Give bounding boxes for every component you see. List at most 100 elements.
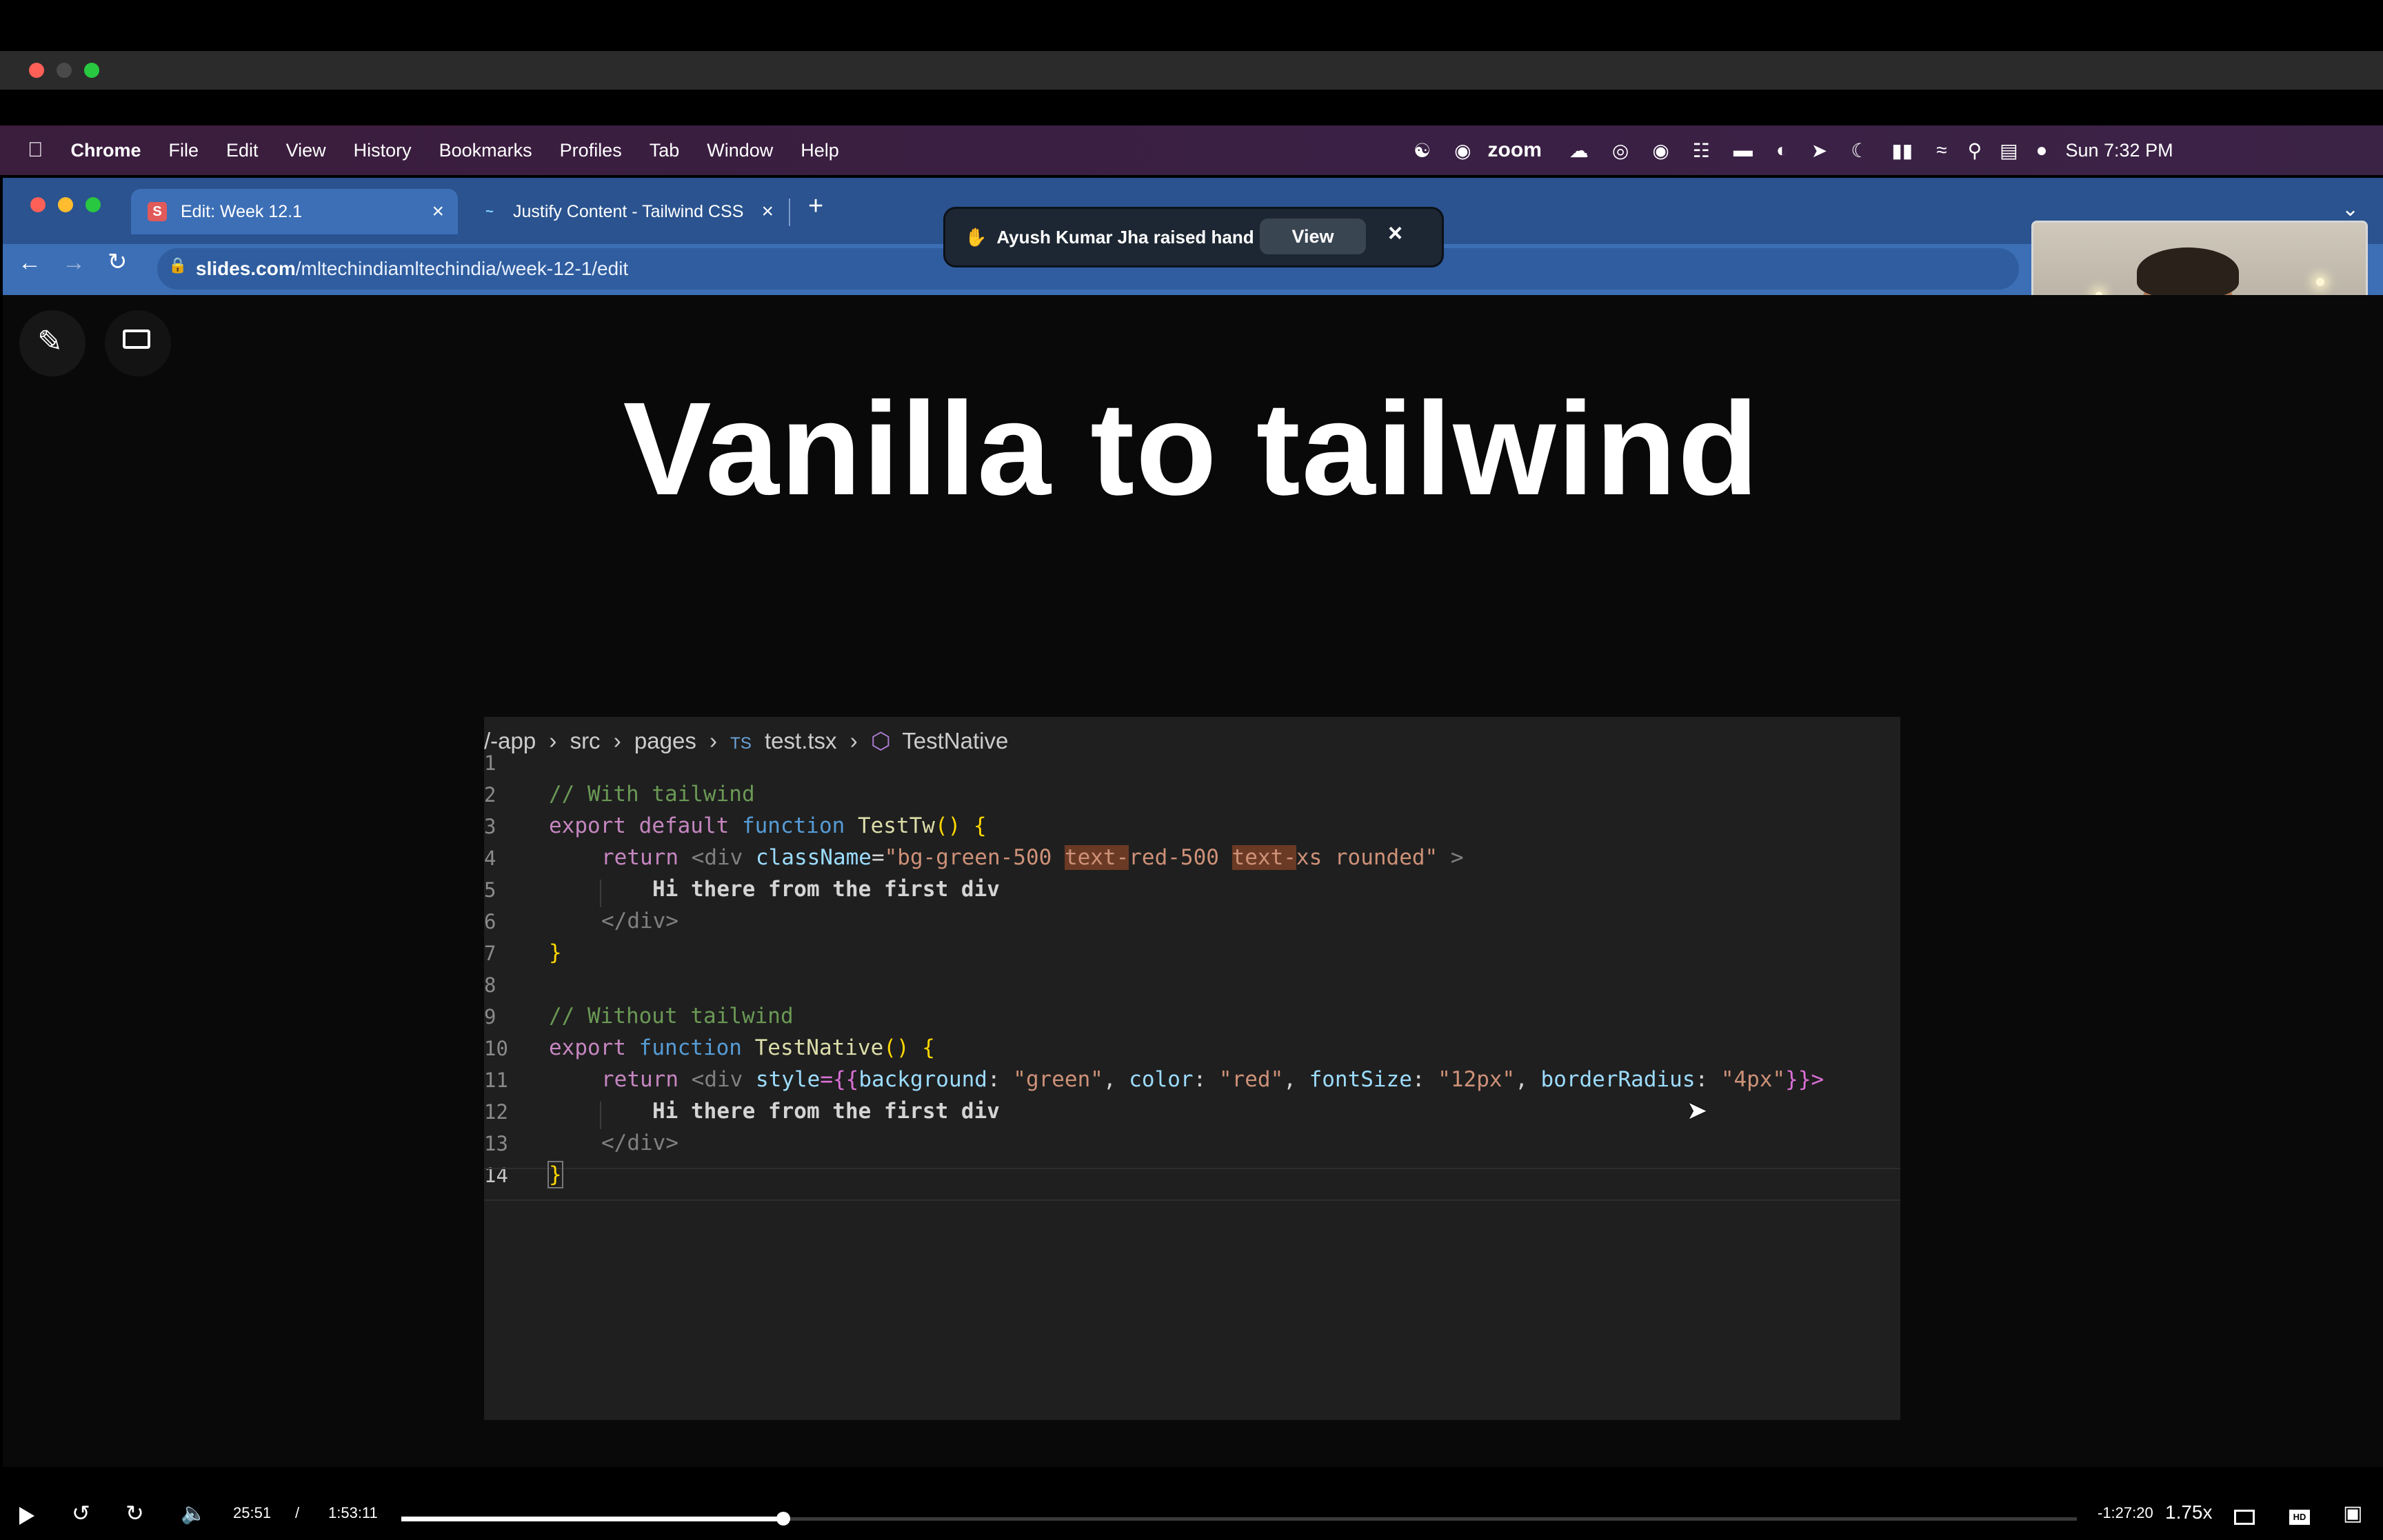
exit-fullscreen-icon[interactable]: ▣ bbox=[2343, 1501, 2362, 1526]
notification-view-button[interactable]: View bbox=[1260, 219, 1366, 254]
breadcrumb-chevron-icon: › bbox=[549, 728, 557, 753]
volume-icon[interactable]: 🔈 bbox=[181, 1501, 206, 1526]
object-key: fontSize bbox=[1309, 1067, 1412, 1092]
string: "red" bbox=[1218, 1067, 1284, 1092]
tray-app-icon[interactable]: ☯ bbox=[1414, 139, 1431, 162]
hd-quality-icon[interactable]: HD bbox=[2289, 1510, 2310, 1525]
url-text[interactable]: slides.com/mltechindiamltechindia/week-1… bbox=[196, 251, 628, 287]
notification-close-icon[interactable]: × bbox=[1388, 219, 1402, 247]
menu-help[interactable]: Help bbox=[801, 140, 839, 161]
menu-view[interactable]: View bbox=[286, 140, 326, 161]
tab-tailwind-docs[interactable]: ~ Justify Content - Tailwind CSS × bbox=[463, 189, 787, 234]
remaining-time: -1:27:20 bbox=[2098, 1504, 2153, 1521]
tab-search-chevron-icon[interactable]: ⌄ bbox=[2342, 197, 2359, 221]
tray-battery-icon[interactable]: ▮▮ bbox=[1891, 139, 1913, 162]
breadcrumb-symbol: TestNative bbox=[902, 728, 1009, 753]
current-time: 25:51 bbox=[233, 1504, 272, 1521]
keyword: function bbox=[639, 1035, 742, 1060]
slide-title: Vanilla to tailwind bbox=[623, 374, 1760, 523]
code-line: return <div className="bg-green-500 text… bbox=[601, 845, 1464, 870]
string: red-500 bbox=[1129, 845, 1232, 870]
rewind-icon[interactable]: ↺ bbox=[72, 1500, 90, 1526]
apple-icon[interactable]:  bbox=[28, 139, 43, 162]
back-arrow-icon[interactable]: ← bbox=[18, 250, 41, 276]
code-line: return <div style={{background: "green",… bbox=[601, 1067, 1824, 1092]
tab-close-icon[interactable]: × bbox=[432, 200, 444, 223]
zoom-window-icon[interactable] bbox=[84, 63, 99, 78]
indent-guide bbox=[600, 880, 601, 907]
menu-edit[interactable]: Edit bbox=[226, 140, 259, 161]
tray-search-icon[interactable]: ⚲ bbox=[1968, 139, 1982, 162]
line-number: 4 bbox=[484, 847, 496, 870]
highlighted-string: text- bbox=[1231, 845, 1296, 870]
code-line: export function TestNative() { bbox=[549, 1035, 935, 1060]
line-number: 6 bbox=[484, 910, 496, 933]
close-window-icon[interactable] bbox=[29, 63, 44, 78]
line-number: 7 bbox=[484, 942, 496, 965]
forward-icon[interactable]: ↻ bbox=[125, 1500, 144, 1526]
pencil-icon: ✎ bbox=[37, 325, 63, 358]
menu-bookmarks[interactable]: Bookmarks bbox=[439, 140, 532, 161]
menu-profiles[interactable]: Profiles bbox=[560, 140, 622, 161]
tray-wifi-icon[interactable]: ≈ bbox=[1936, 139, 1947, 161]
line-number: 3 bbox=[484, 815, 496, 838]
menu-history[interactable]: History bbox=[354, 140, 412, 161]
reload-icon[interactable]: ↻ bbox=[108, 248, 128, 276]
function-name: TestTw bbox=[857, 813, 935, 838]
string: "4px" bbox=[1720, 1067, 1786, 1092]
tray-siri-icon[interactable]: ● bbox=[2036, 139, 2048, 161]
code-punct: = bbox=[871, 845, 885, 870]
menubar-clock[interactable]: Sun 7:32 PM bbox=[2065, 140, 2173, 161]
tray-moon-icon[interactable]: ☾ bbox=[1851, 139, 1868, 162]
tab-close-icon[interactable]: × bbox=[761, 200, 774, 223]
tray-pill-icon[interactable]: ▬ bbox=[1733, 139, 1753, 161]
forward-arrow-icon[interactable]: → bbox=[62, 250, 86, 276]
line-number: 1 bbox=[484, 751, 496, 775]
tab-divider bbox=[789, 199, 790, 226]
menu-window[interactable]: Window bbox=[707, 140, 773, 161]
tray-headphones-icon[interactable]: ◉ bbox=[1454, 139, 1471, 162]
keyword: return bbox=[601, 1067, 678, 1092]
tab-edit-week[interactable]: S Edit: Week 12.1 × bbox=[131, 189, 458, 234]
view-label: View bbox=[1291, 225, 1334, 247]
present-button[interactable] bbox=[105, 310, 171, 376]
tray-cloud-icon[interactable]: ☁ bbox=[1569, 139, 1589, 162]
tray-circle-icon[interactable]: ◐ bbox=[1776, 139, 1788, 161]
line-number: 9 bbox=[484, 1005, 496, 1029]
play-icon[interactable] bbox=[19, 1507, 34, 1525]
menu-file[interactable]: File bbox=[169, 140, 199, 161]
tray-record-icon[interactable]: ◉ bbox=[1652, 139, 1669, 162]
code-line: } bbox=[547, 1161, 563, 1188]
tray-control-center-icon[interactable]: ▤ bbox=[2000, 139, 2018, 162]
breadcrumb-file: test.tsx bbox=[765, 728, 837, 753]
browser-close-icon[interactable] bbox=[30, 197, 46, 212]
minimize-window-icon[interactable] bbox=[57, 63, 72, 78]
monitor-icon bbox=[123, 330, 150, 349]
code-punct: }}> bbox=[1785, 1067, 1824, 1092]
outer-window-titlebar bbox=[0, 51, 2383, 90]
line-number: 5 bbox=[484, 878, 496, 902]
highlighted-string: text- bbox=[1064, 845, 1129, 870]
url-domain: slides.com bbox=[196, 258, 296, 279]
tray-globe-icon[interactable]: ☷ bbox=[1693, 139, 1710, 162]
tab-label: Justify Content - Tailwind CSS bbox=[513, 201, 744, 221]
tray-arrow-icon[interactable]: ➤ bbox=[1811, 139, 1827, 162]
comment: // With tailwind bbox=[549, 782, 755, 807]
playback-speed[interactable]: 1.75x bbox=[2165, 1501, 2213, 1523]
tray-target-icon[interactable]: ◎ bbox=[1612, 139, 1629, 162]
new-tab-button[interactable]: + bbox=[808, 192, 823, 221]
comment: // Without tailwind bbox=[549, 1004, 794, 1029]
seek-handle[interactable] bbox=[776, 1512, 791, 1526]
menu-tab[interactable]: Tab bbox=[650, 140, 680, 161]
draw-tool-button[interactable]: ✎ bbox=[19, 310, 86, 376]
browser-maximize-icon[interactable] bbox=[86, 197, 101, 212]
tray-zoom-label[interactable]: zoom bbox=[1488, 139, 1542, 162]
picture-in-picture-icon[interactable] bbox=[2234, 1510, 2255, 1525]
browser-minimize-icon[interactable] bbox=[58, 197, 73, 212]
tab-label: Edit: Week 12.1 bbox=[181, 201, 303, 221]
code-line: Hi there from the first div bbox=[652, 1099, 1000, 1124]
breadcrumb-folder: /-app bbox=[484, 728, 536, 753]
lock-icon[interactable]: 🔒 bbox=[168, 256, 187, 274]
menu-app-name[interactable]: Chrome bbox=[71, 140, 141, 161]
line-number: 13 bbox=[484, 1132, 508, 1155]
